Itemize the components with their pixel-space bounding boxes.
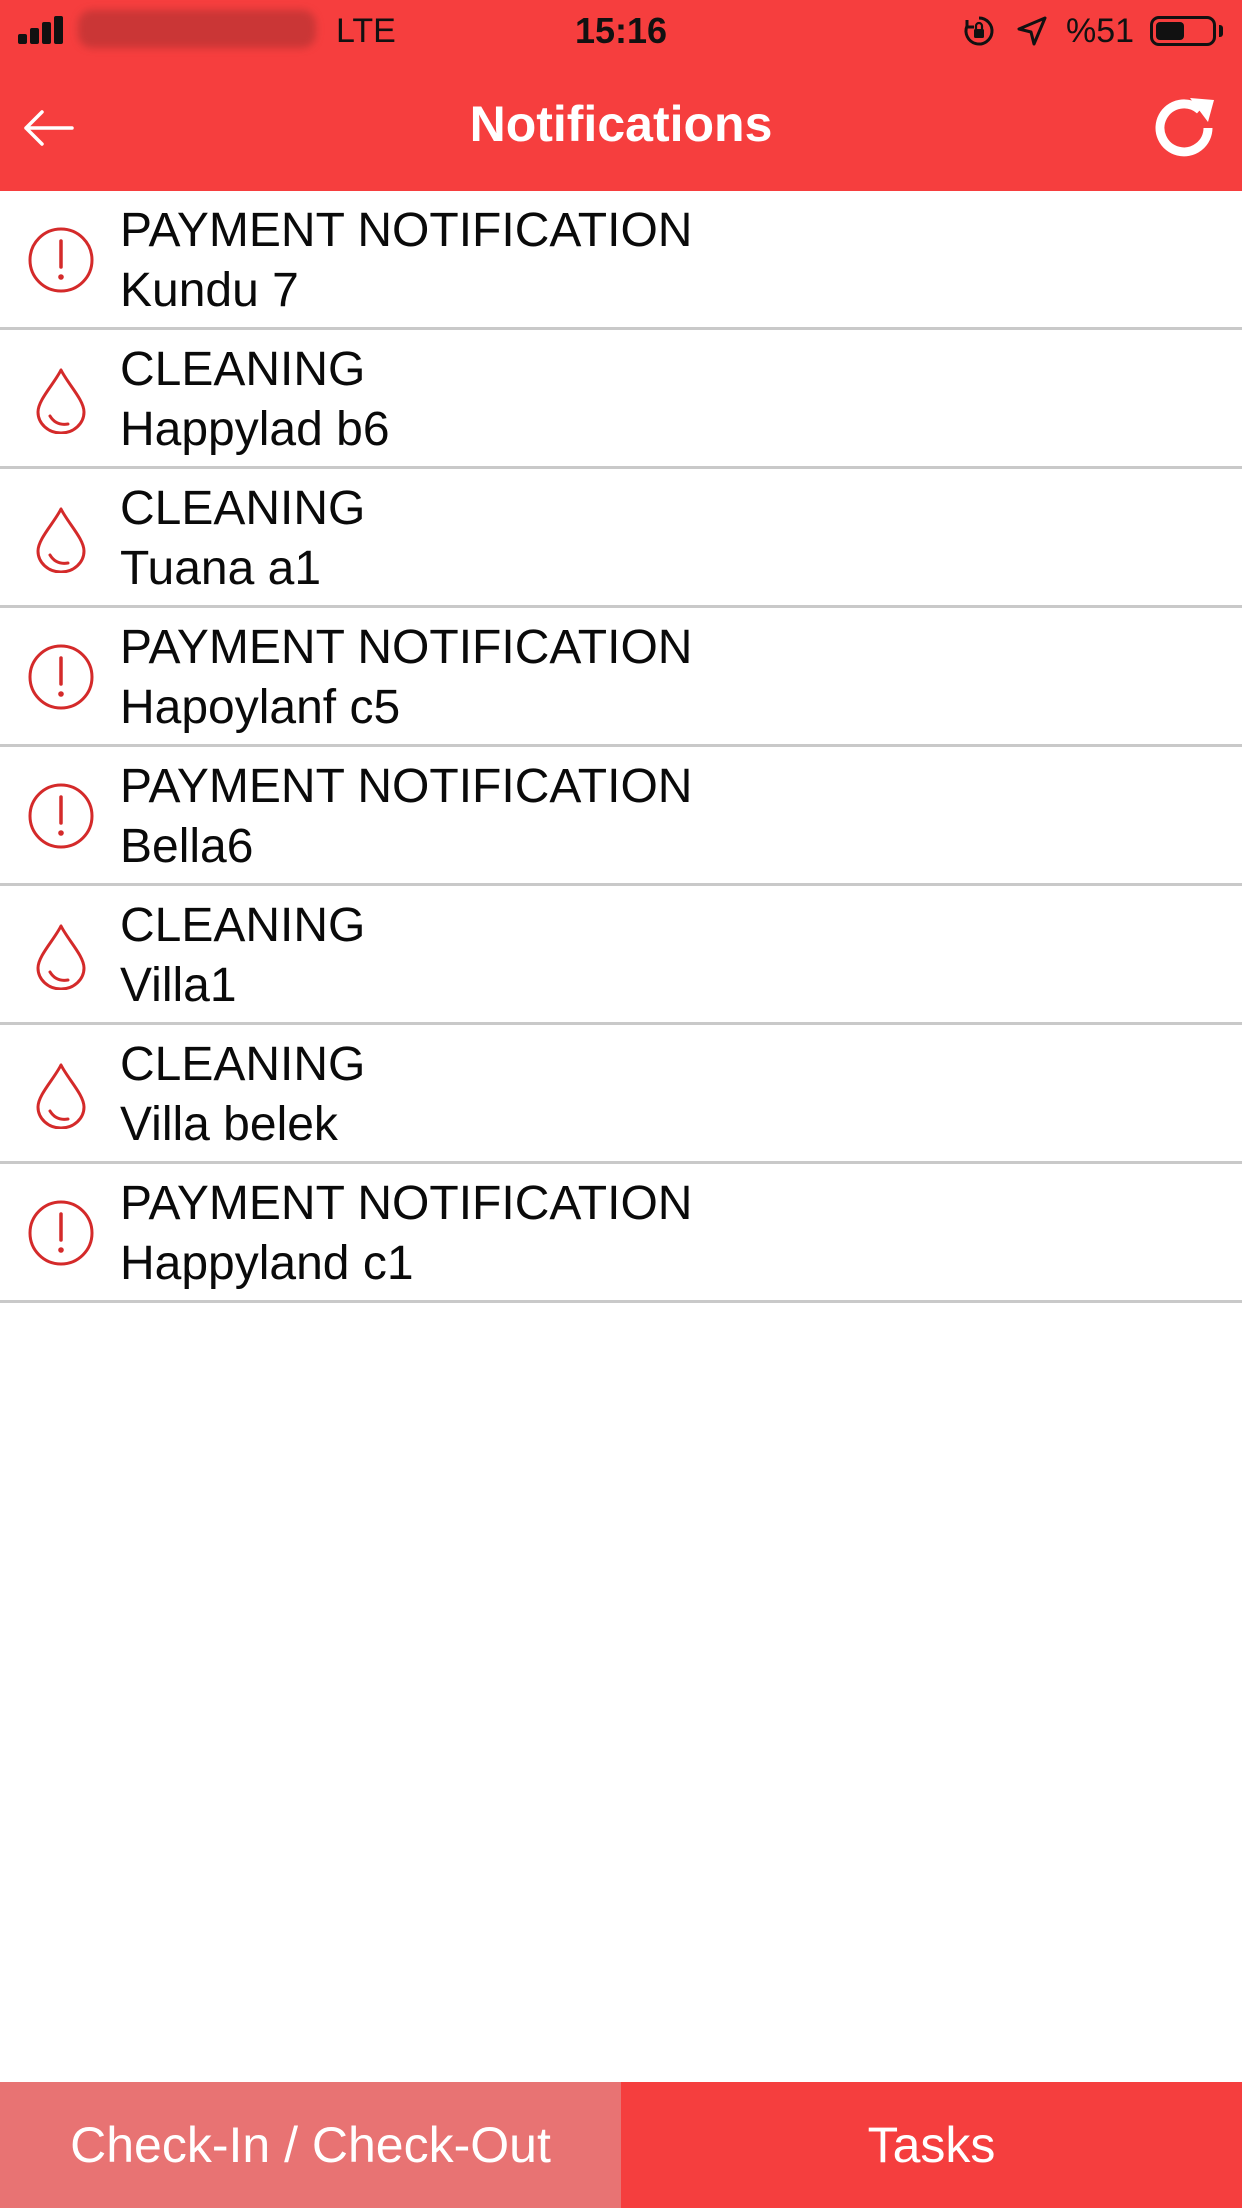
notification-row[interactable]: CLEANING Villa belek [0,1025,1242,1164]
notification-type: CLEANING [120,343,366,396]
notification-row[interactable]: PAYMENT NOTIFICATION Kundu 7 [0,191,1242,330]
refresh-icon [1155,98,1214,157]
app-header: LTE 15:16 %51 Notifications [0,0,1242,191]
battery-fill [1156,22,1184,40]
notification-type: CLEANING [120,1038,366,1091]
exclamation-circle-icon [28,644,94,710]
battery-icon [1150,16,1216,46]
orientation-lock-icon [964,16,994,46]
notification-type: PAYMENT NOTIFICATION [120,760,693,813]
notification-property-name: Hapoylanf c5 [120,681,401,734]
notification-type: PAYMENT NOTIFICATION [120,1177,693,1230]
page-title: Notifications [469,96,773,152]
notification-property-name: Tuana a1 [120,542,322,595]
notification-row[interactable]: CLEANING Villa1 [0,886,1242,1025]
notification-property-name: Happylad b6 [120,403,390,456]
status-bar: LTE 15:16 %51 [0,0,1242,62]
battery-tip [1219,25,1223,37]
water-drop-icon [36,1063,86,1129]
notification-property-name: Villa belek [120,1098,338,1151]
exclamation-circle-icon [28,783,94,849]
water-drop-icon [36,924,86,990]
notification-property-name: Happyland c1 [120,1237,414,1290]
notification-property-name: Bella6 [120,820,254,873]
exclamation-circle-icon [28,227,94,293]
tab-check-in-check-out[interactable]: Check-In / Check-Out [0,2082,621,2208]
notification-type: CLEANING [120,899,366,952]
bottom-tab-bar: Check-In / Check-Out Tasks [0,2082,1242,2208]
notification-property-name: Villa1 [120,959,237,1012]
notification-type: PAYMENT NOTIFICATION [120,204,693,257]
tab-tasks[interactable]: Tasks [621,2082,1242,2208]
notification-row[interactable]: CLEANING Tuana a1 [0,469,1242,608]
notification-row[interactable]: PAYMENT NOTIFICATION Hapoylanf c5 [0,608,1242,747]
notification-type: PAYMENT NOTIFICATION [120,621,693,674]
water-drop-icon [36,368,86,434]
exclamation-circle-icon [28,1200,94,1266]
notification-property-name: Kundu 7 [120,264,299,317]
status-time: 15:16 [574,10,668,51]
battery-percent: %51 [1066,12,1135,50]
notification-row[interactable]: PAYMENT NOTIFICATION Happyland c1 [0,1164,1242,1303]
refresh-button[interactable] [1148,92,1220,164]
notification-list: PAYMENT NOTIFICATION Kundu 7 CLEANING Happy… [0,191,1242,1303]
notification-row[interactable]: PAYMENT NOTIFICATION Bella6 [0,747,1242,886]
water-drop-icon [36,507,86,573]
notification-type: CLEANING [120,482,366,535]
location-arrow-icon [1017,16,1047,46]
notification-row[interactable]: CLEANING Happylad b6 [0,330,1242,469]
